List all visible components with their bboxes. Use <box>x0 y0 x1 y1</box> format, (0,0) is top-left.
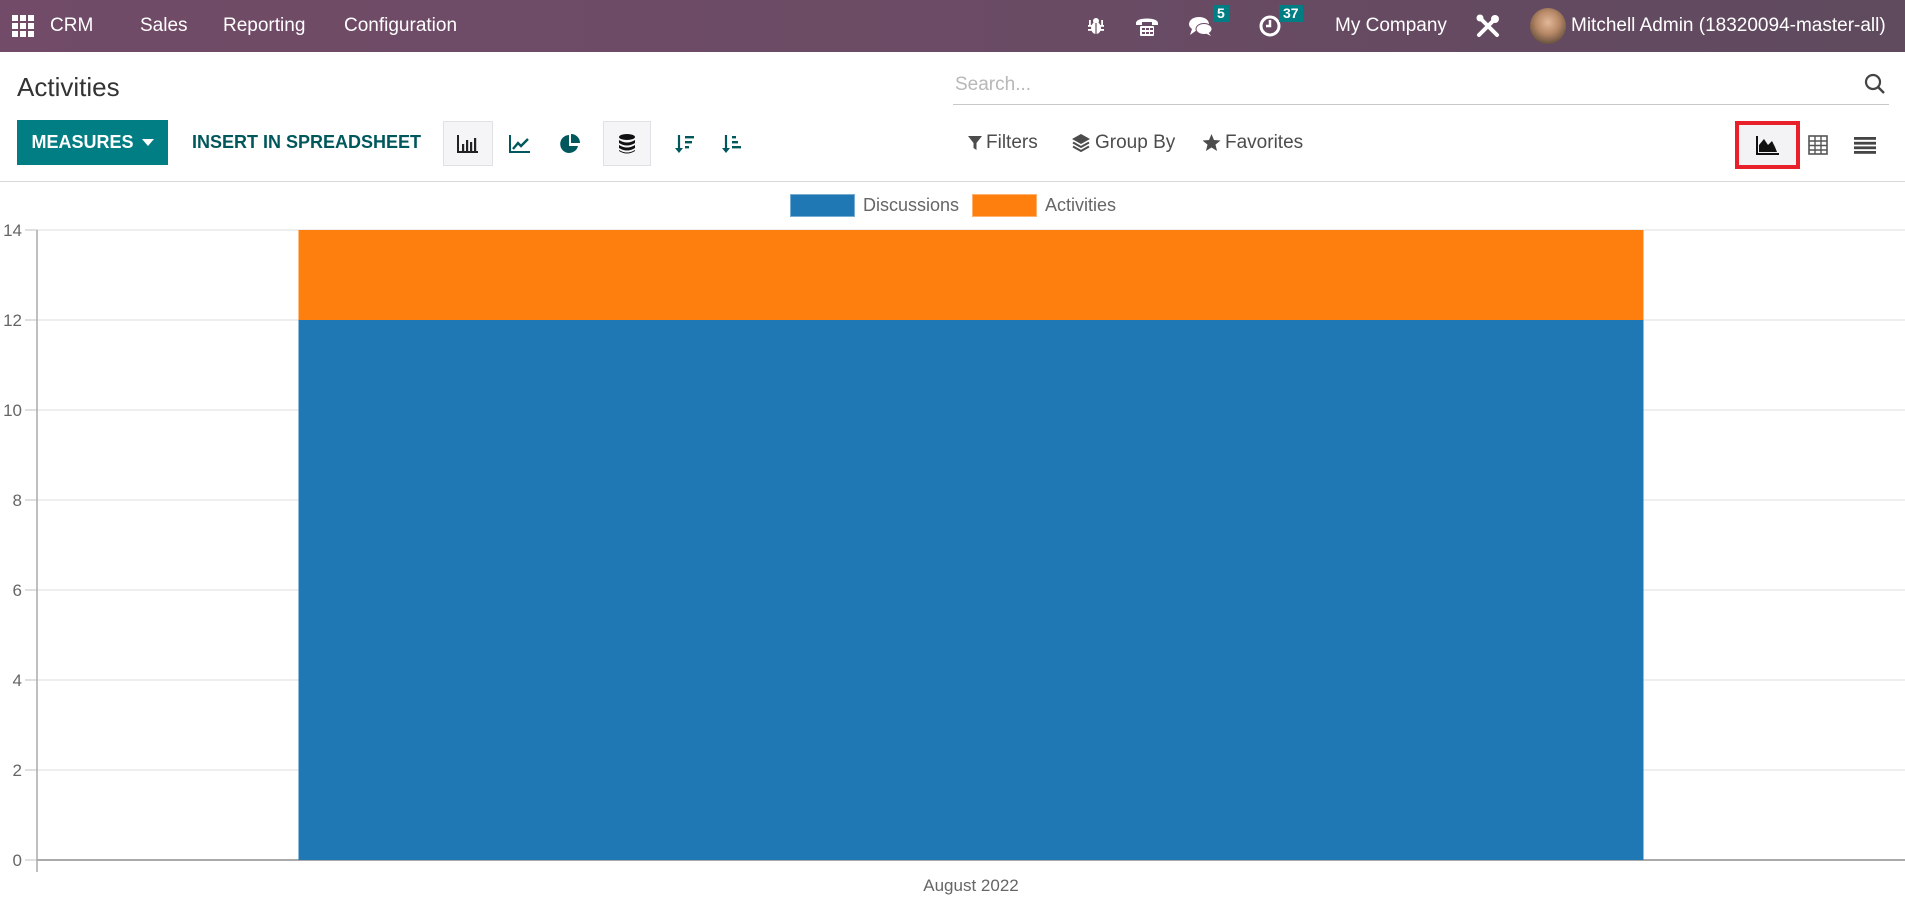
x-tick-label: August 2022 <box>923 876 1018 895</box>
y-tick-label: 8 <box>13 491 22 510</box>
y-tick-label: 12 <box>3 311 22 330</box>
bar-activities <box>298 230 1644 320</box>
y-tick-label: 4 <box>13 671 22 690</box>
y-tick-label: 6 <box>13 581 22 600</box>
stacked-bar-chart: 0 2 4 6 8 10 12 14 August 2022 <box>3 221 1905 895</box>
y-tick-label: 2 <box>13 761 22 780</box>
y-tick-label: 14 <box>3 221 22 240</box>
bar-discussions <box>298 320 1644 860</box>
y-tick-label: 10 <box>3 401 22 420</box>
y-tick-label: 0 <box>13 851 22 870</box>
